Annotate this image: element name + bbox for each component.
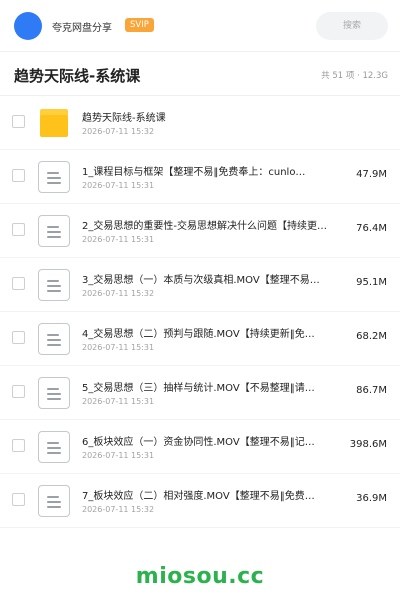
list-item[interactable]: 5_交易思想（三）抽样与统计.MOV【不易整理‖请… 2026-07-11 15… [0,366,400,420]
row-checkbox[interactable] [12,169,25,182]
list-item[interactable]: 2_交易思想的重要性-交易思想解决什么问题【持续更… 2026-07-11 15… [0,204,400,258]
file-size: 36.9M [356,493,387,504]
share-name: 夸克网盘分享 [52,23,112,34]
folder-header: 趋势天际线-系统课 共 51 项 · 12.3G [0,52,400,96]
avatar[interactable] [14,12,42,40]
row-checkbox[interactable] [12,115,25,128]
row-checkbox[interactable] [12,439,25,452]
file-size: 95.1M [356,277,387,288]
file-name: 2_交易思想的重要性-交易思想解决什么问题【持续更… [82,221,327,232]
file-date: 2026-07-11 15:32 [82,505,155,514]
file-name: 3_交易思想（一）本质与次级真相.MOV【整理不易… [82,275,320,286]
search-input[interactable]: 搜索 [316,12,388,40]
file-name: 5_交易思想（三）抽样与统计.MOV【不易整理‖请… [82,383,315,394]
file-name: 7_板块效应（二）相对强度.MOV【整理不易‖免费… [82,491,315,502]
top-bar: 夸克网盘分享 SVIP 搜索 [0,0,400,52]
document-icon [38,161,70,193]
list-item[interactable]: 4_交易思想（二）预判与跟随.MOV【持续更新‖免… 2026-07-11 15… [0,312,400,366]
row-checkbox[interactable] [12,385,25,398]
watermark: miosou.cc [135,564,265,589]
document-icon [38,431,70,463]
file-date: 2026-07-11 15:31 [82,235,155,244]
document-icon [38,485,70,517]
folder-meta: 共 51 项 · 12.3G [321,71,388,81]
folder-icon [38,107,70,139]
file-size: 68.2M [356,331,387,342]
file-size: 47.9M [356,169,387,180]
row-checkbox[interactable] [12,277,25,290]
file-date: 2026-07-11 15:31 [82,343,155,352]
file-date: 2026-07-11 15:31 [82,451,155,460]
file-date: 2026-07-11 15:31 [82,397,155,406]
file-name: 趋势天际线-系统课 [82,113,166,124]
list-item[interactable]: 1_课程目标与框架【整理不易‖免费奉上：cunlo… 2026-07-11 15… [0,150,400,204]
file-list: 趋势天际线-系统课 2026-07-11 15:32 1_课程目标与框架【整理不… [0,96,400,528]
row-checkbox[interactable] [12,223,25,236]
document-icon [38,269,70,301]
svip-badge: SVIP [125,18,154,32]
file-date: 2026-07-11 15:32 [82,289,155,298]
file-size: 398.6M [349,439,387,450]
file-name: 1_课程目标与框架【整理不易‖免费奉上：cunlo… [82,167,306,178]
list-item[interactable]: 7_板块效应（二）相对强度.MOV【整理不易‖免费… 2026-07-11 15… [0,474,400,528]
file-name: 6_板块效应（一）资金协同性.MOV【整理不易‖记… [82,437,315,448]
document-icon [38,323,70,355]
row-checkbox[interactable] [12,493,25,506]
page-title: 趋势天际线-系统课 [14,67,141,85]
file-size: 76.4M [356,223,387,234]
list-item[interactable]: 3_交易思想（一）本质与次级真相.MOV【整理不易… 2026-07-11 15… [0,258,400,312]
list-item[interactable]: 6_板块效应（一）资金协同性.MOV【整理不易‖记… 2026-07-11 15… [0,420,400,474]
document-icon [38,377,70,409]
file-size: 86.7M [356,385,387,396]
file-name: 4_交易思想（二）预判与跟随.MOV【持续更新‖免… [82,329,315,340]
document-icon [38,215,70,247]
file-date: 2026-07-11 15:32 [82,127,155,136]
row-checkbox[interactable] [12,331,25,344]
list-item[interactable]: 趋势天际线-系统课 2026-07-11 15:32 [0,96,400,150]
file-date: 2026-07-11 15:31 [82,181,155,190]
